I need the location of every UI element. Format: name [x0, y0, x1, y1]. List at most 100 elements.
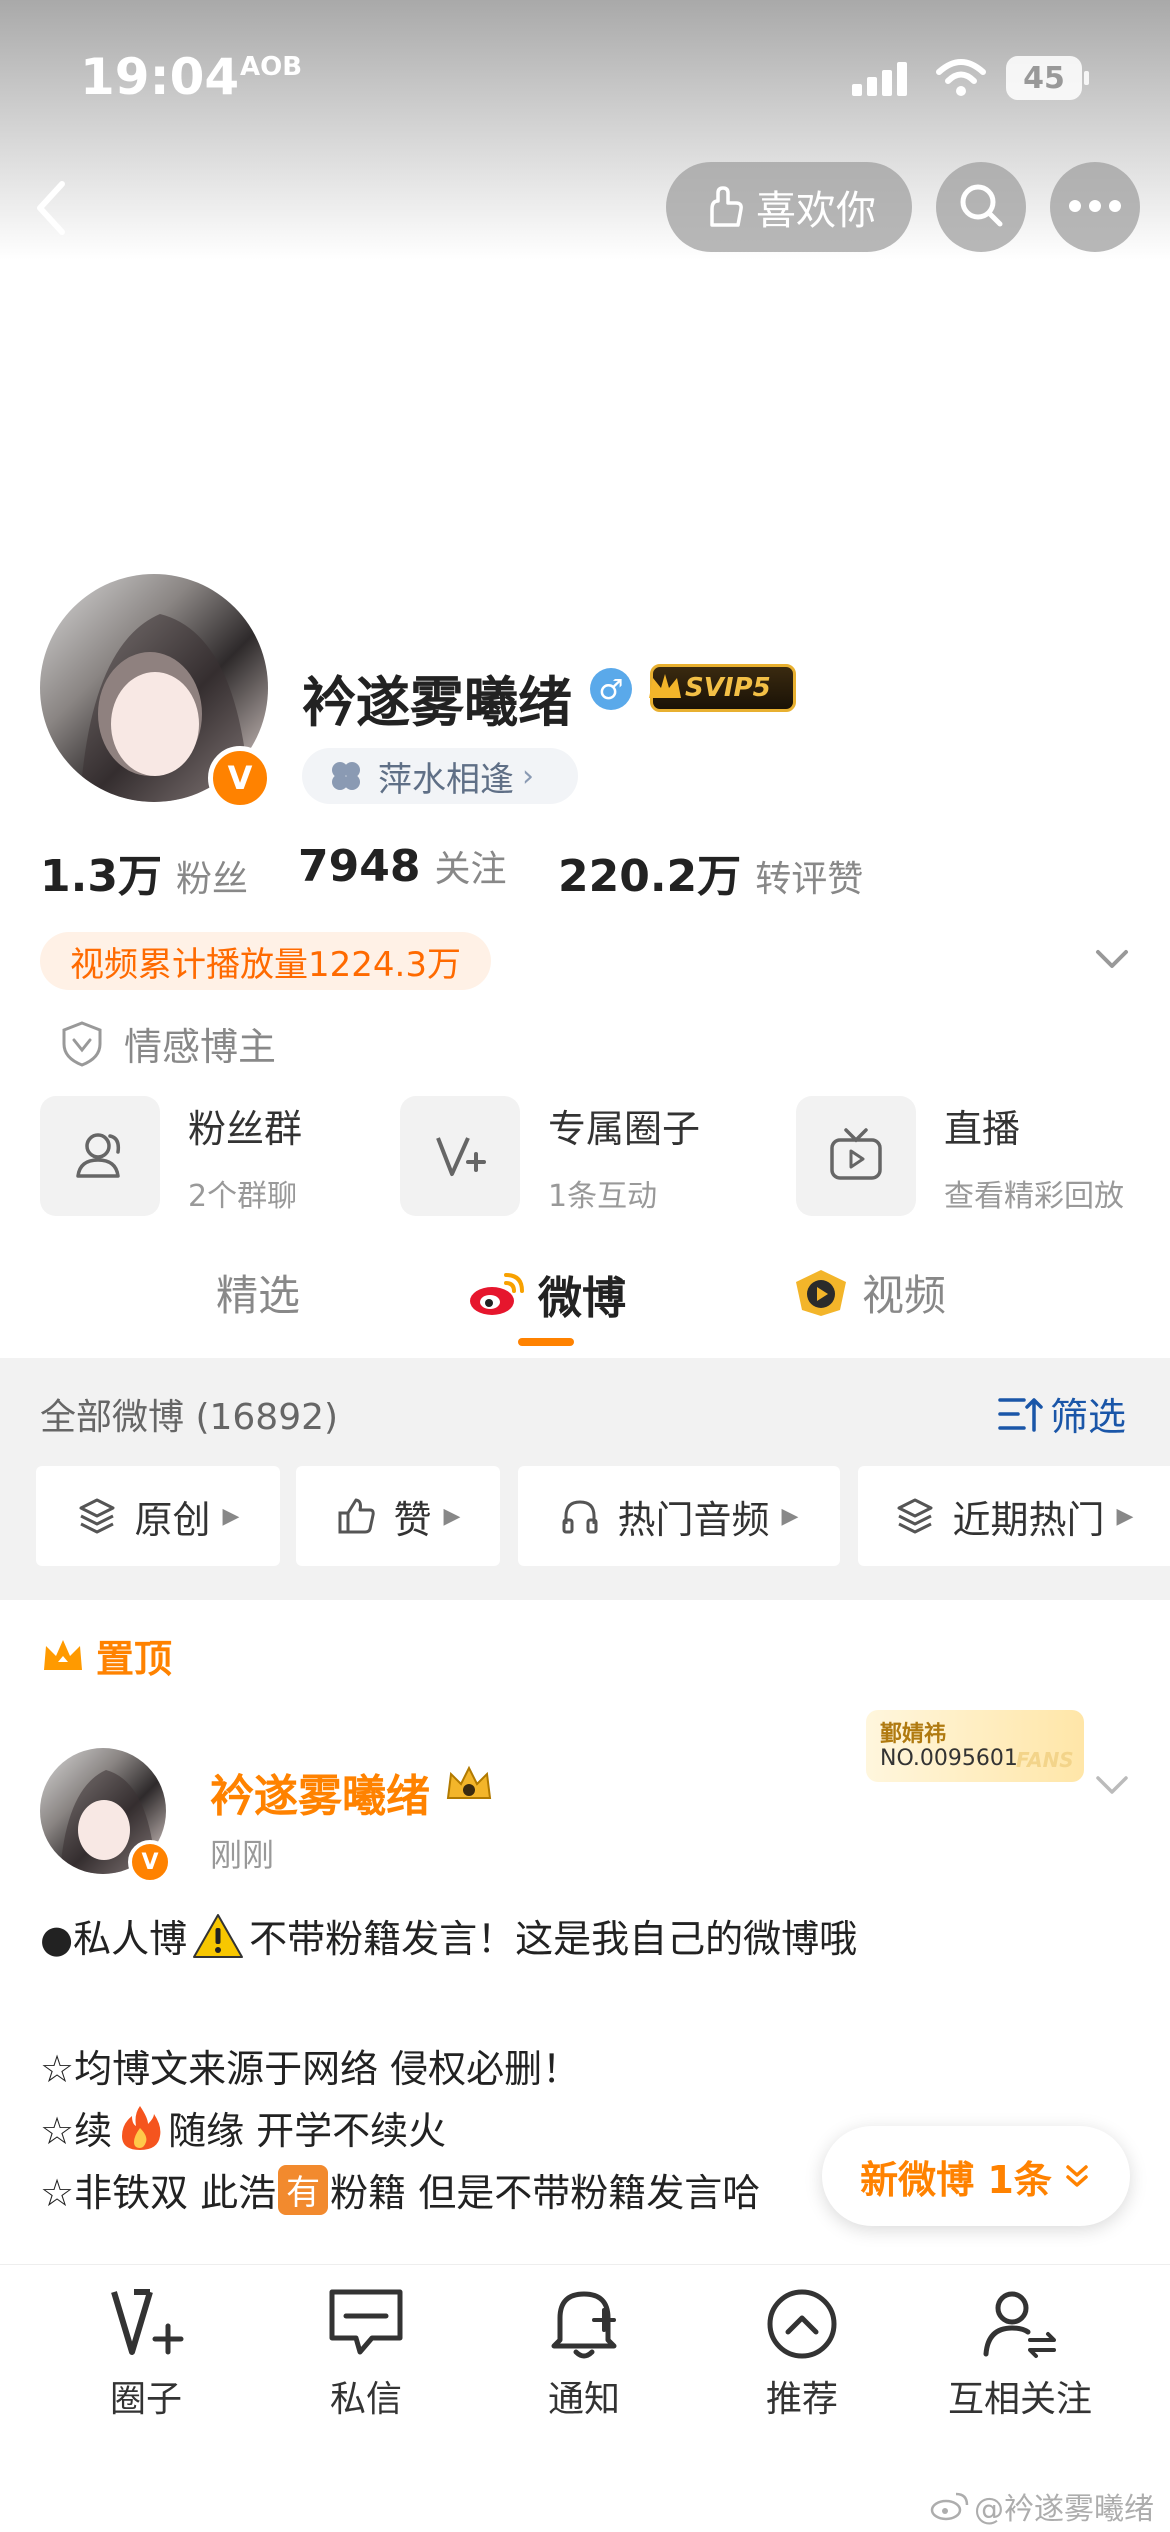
nav-label: 通知	[547, 2379, 620, 2420]
search-icon	[956, 180, 1006, 234]
feature-title: 直播	[944, 1106, 1021, 1151]
caret-right-icon: ▶	[222, 1503, 240, 1529]
nav-recommend[interactable]: 推荐	[712, 2286, 892, 2422]
caret-right-icon: ▶	[1116, 1503, 1134, 1529]
chip-label: 近期热门	[952, 1497, 1105, 1542]
crown-icon	[645, 668, 685, 708]
circle-v-icon	[106, 2286, 186, 2362]
nav-messages[interactable]: 私信	[276, 2286, 456, 2422]
tab-featured[interactable]: 精选	[216, 1262, 300, 1323]
chevron-up-circle-icon	[762, 2286, 842, 2362]
chevron-right-icon: ›	[522, 758, 534, 794]
message-icon	[326, 2286, 406, 2362]
post-text: 粉籍 但是不带粉籍发言哈	[330, 2171, 761, 2215]
circle-v-icon	[400, 1096, 520, 1216]
feature-title: 专属圈子	[548, 1106, 701, 1151]
post-text: 不带粉籍发言！这是我自己的微博哦	[249, 1917, 858, 1961]
like-button-label: 喜欢你	[756, 188, 876, 234]
feature-live[interactable]: 直播 查看精彩回放	[796, 1096, 1124, 1216]
category-label: 情感博主	[124, 1025, 277, 1069]
signal-icon	[852, 62, 908, 96]
group-tag[interactable]: 萍水相逢 ›	[302, 748, 578, 804]
feature-sub: 2个群聊	[188, 1178, 298, 1214]
crown-icon	[40, 1636, 86, 1676]
layers-icon	[77, 1496, 117, 1536]
tab-video[interactable]: 视频	[792, 1262, 946, 1323]
svip-badge: SVIP5	[649, 664, 796, 712]
post-verified-badge: V	[128, 1840, 172, 1884]
post-author[interactable]: 衿遂雾曦绪	[210, 1760, 430, 1824]
post-time: 刚刚	[210, 1836, 275, 1874]
video-badge-icon	[792, 1268, 850, 1318]
nav-label: 推荐	[765, 2379, 838, 2420]
post-text: ☆续	[40, 2109, 113, 2153]
like-button[interactable]: 喜欢你	[666, 162, 912, 252]
post-text: ☆非铁双 此浩	[40, 2171, 277, 2215]
headphones-icon	[560, 1496, 600, 1536]
caret-right-icon: ▶	[781, 1503, 799, 1529]
all-posts-label: 全部微博 (16892)	[40, 1397, 339, 1438]
video-stat-badge[interactable]: 视频累计播放量1224.3万	[40, 932, 491, 990]
chip-hot-audio[interactable]: 热门音频 ▶	[518, 1466, 840, 1566]
filter-button[interactable]: 筛选	[996, 1386, 1126, 1441]
feature-title: 粉丝群	[188, 1106, 303, 1151]
have-mark-icon: 有	[278, 2164, 329, 2215]
battery-level: 45	[1006, 56, 1082, 100]
nav-notifications[interactable]: 通知	[494, 2286, 674, 2422]
hand-heart-icon	[702, 185, 746, 229]
feature-sub: 查看精彩回放	[944, 1178, 1124, 1214]
nav-circle[interactable]: 圈子	[56, 2286, 236, 2422]
battery-icon: 45	[1006, 56, 1090, 100]
following-value: 7948	[298, 841, 421, 892]
post-menu-chevron-icon[interactable]	[1092, 1770, 1132, 1800]
post-line-2: ☆均博文来源于网络 侵权必删！	[40, 2047, 581, 2091]
warning-icon	[191, 1912, 245, 1960]
nav-label: 互相关注	[947, 2379, 1092, 2420]
watermark-text: @衿遂雾曦绪	[974, 2492, 1154, 2527]
status-app-mark: AOB	[240, 52, 303, 82]
expand-chevron-icon[interactable]	[1092, 944, 1132, 974]
filter-icon	[996, 1394, 1044, 1434]
stat-followers[interactable]: 1.3万 粉丝	[40, 840, 248, 904]
tab-weibo-label: 微博	[538, 1273, 626, 1324]
fire-icon	[114, 2102, 166, 2154]
layers-icon	[895, 1496, 935, 1536]
chip-original[interactable]: 原创 ▶	[36, 1466, 280, 1566]
stat-likes[interactable]: 220.2万 转评赞	[558, 840, 863, 904]
caret-right-icon: ▶	[443, 1503, 461, 1529]
tab-weibo[interactable]: 微博	[468, 1262, 626, 1326]
followers-label: 粉丝	[175, 859, 248, 900]
stat-following[interactable]: 7948 关注	[298, 840, 506, 892]
feature-circle[interactable]: 专属圈子 1条互动	[400, 1096, 700, 1216]
fans-badge-word: FANS	[1016, 1748, 1074, 1772]
watermark: @衿遂雾曦绪	[930, 2484, 1154, 2528]
chip-recent-hot[interactable]: 近期热门 ▶	[858, 1466, 1170, 1566]
new-posts-button[interactable]: 新微博 1条	[822, 2126, 1130, 2226]
mutual-follow-icon	[980, 2286, 1060, 2362]
gender-icon: ♂	[590, 668, 632, 710]
live-tv-icon	[796, 1096, 916, 1216]
feature-fans-group[interactable]: 粉丝群 2个群聊	[40, 1096, 302, 1216]
likes-label: 转评赞	[755, 859, 864, 900]
pinned-text: 置顶	[96, 1637, 173, 1681]
nav-mutual-follow[interactable]: 互相关注	[930, 2286, 1110, 2422]
fans-group-icon	[40, 1096, 160, 1216]
vip-crown-icon	[442, 1762, 496, 1808]
search-button[interactable]	[936, 162, 1026, 252]
shield-icon	[60, 1020, 104, 1068]
back-button[interactable]	[28, 178, 78, 238]
chip-like[interactable]: 赞 ▶	[296, 1466, 500, 1566]
nav-label: 私信	[329, 2379, 402, 2420]
followers-value: 1.3万	[40, 851, 162, 902]
new-posts-label: 新微博 1条	[860, 2157, 1052, 2202]
username: 衿遂雾曦绪	[302, 671, 572, 734]
post-text: ●私人博	[40, 1917, 188, 1961]
chip-label: 热门音频	[617, 1497, 770, 1542]
fans-badge-name: 鄞婧祎	[880, 1722, 947, 1747]
video-stat-label: 视频累计播放量1224.3万	[70, 944, 461, 985]
fans-badge-number: NO.0095601	[880, 1746, 1018, 1771]
following-label: 关注	[434, 849, 507, 890]
wifi-icon	[936, 58, 986, 98]
post-line-1: ●私人博 不带粉籍发言！这是我自己的微博哦	[40, 1908, 857, 1963]
more-button[interactable]	[1050, 162, 1140, 252]
